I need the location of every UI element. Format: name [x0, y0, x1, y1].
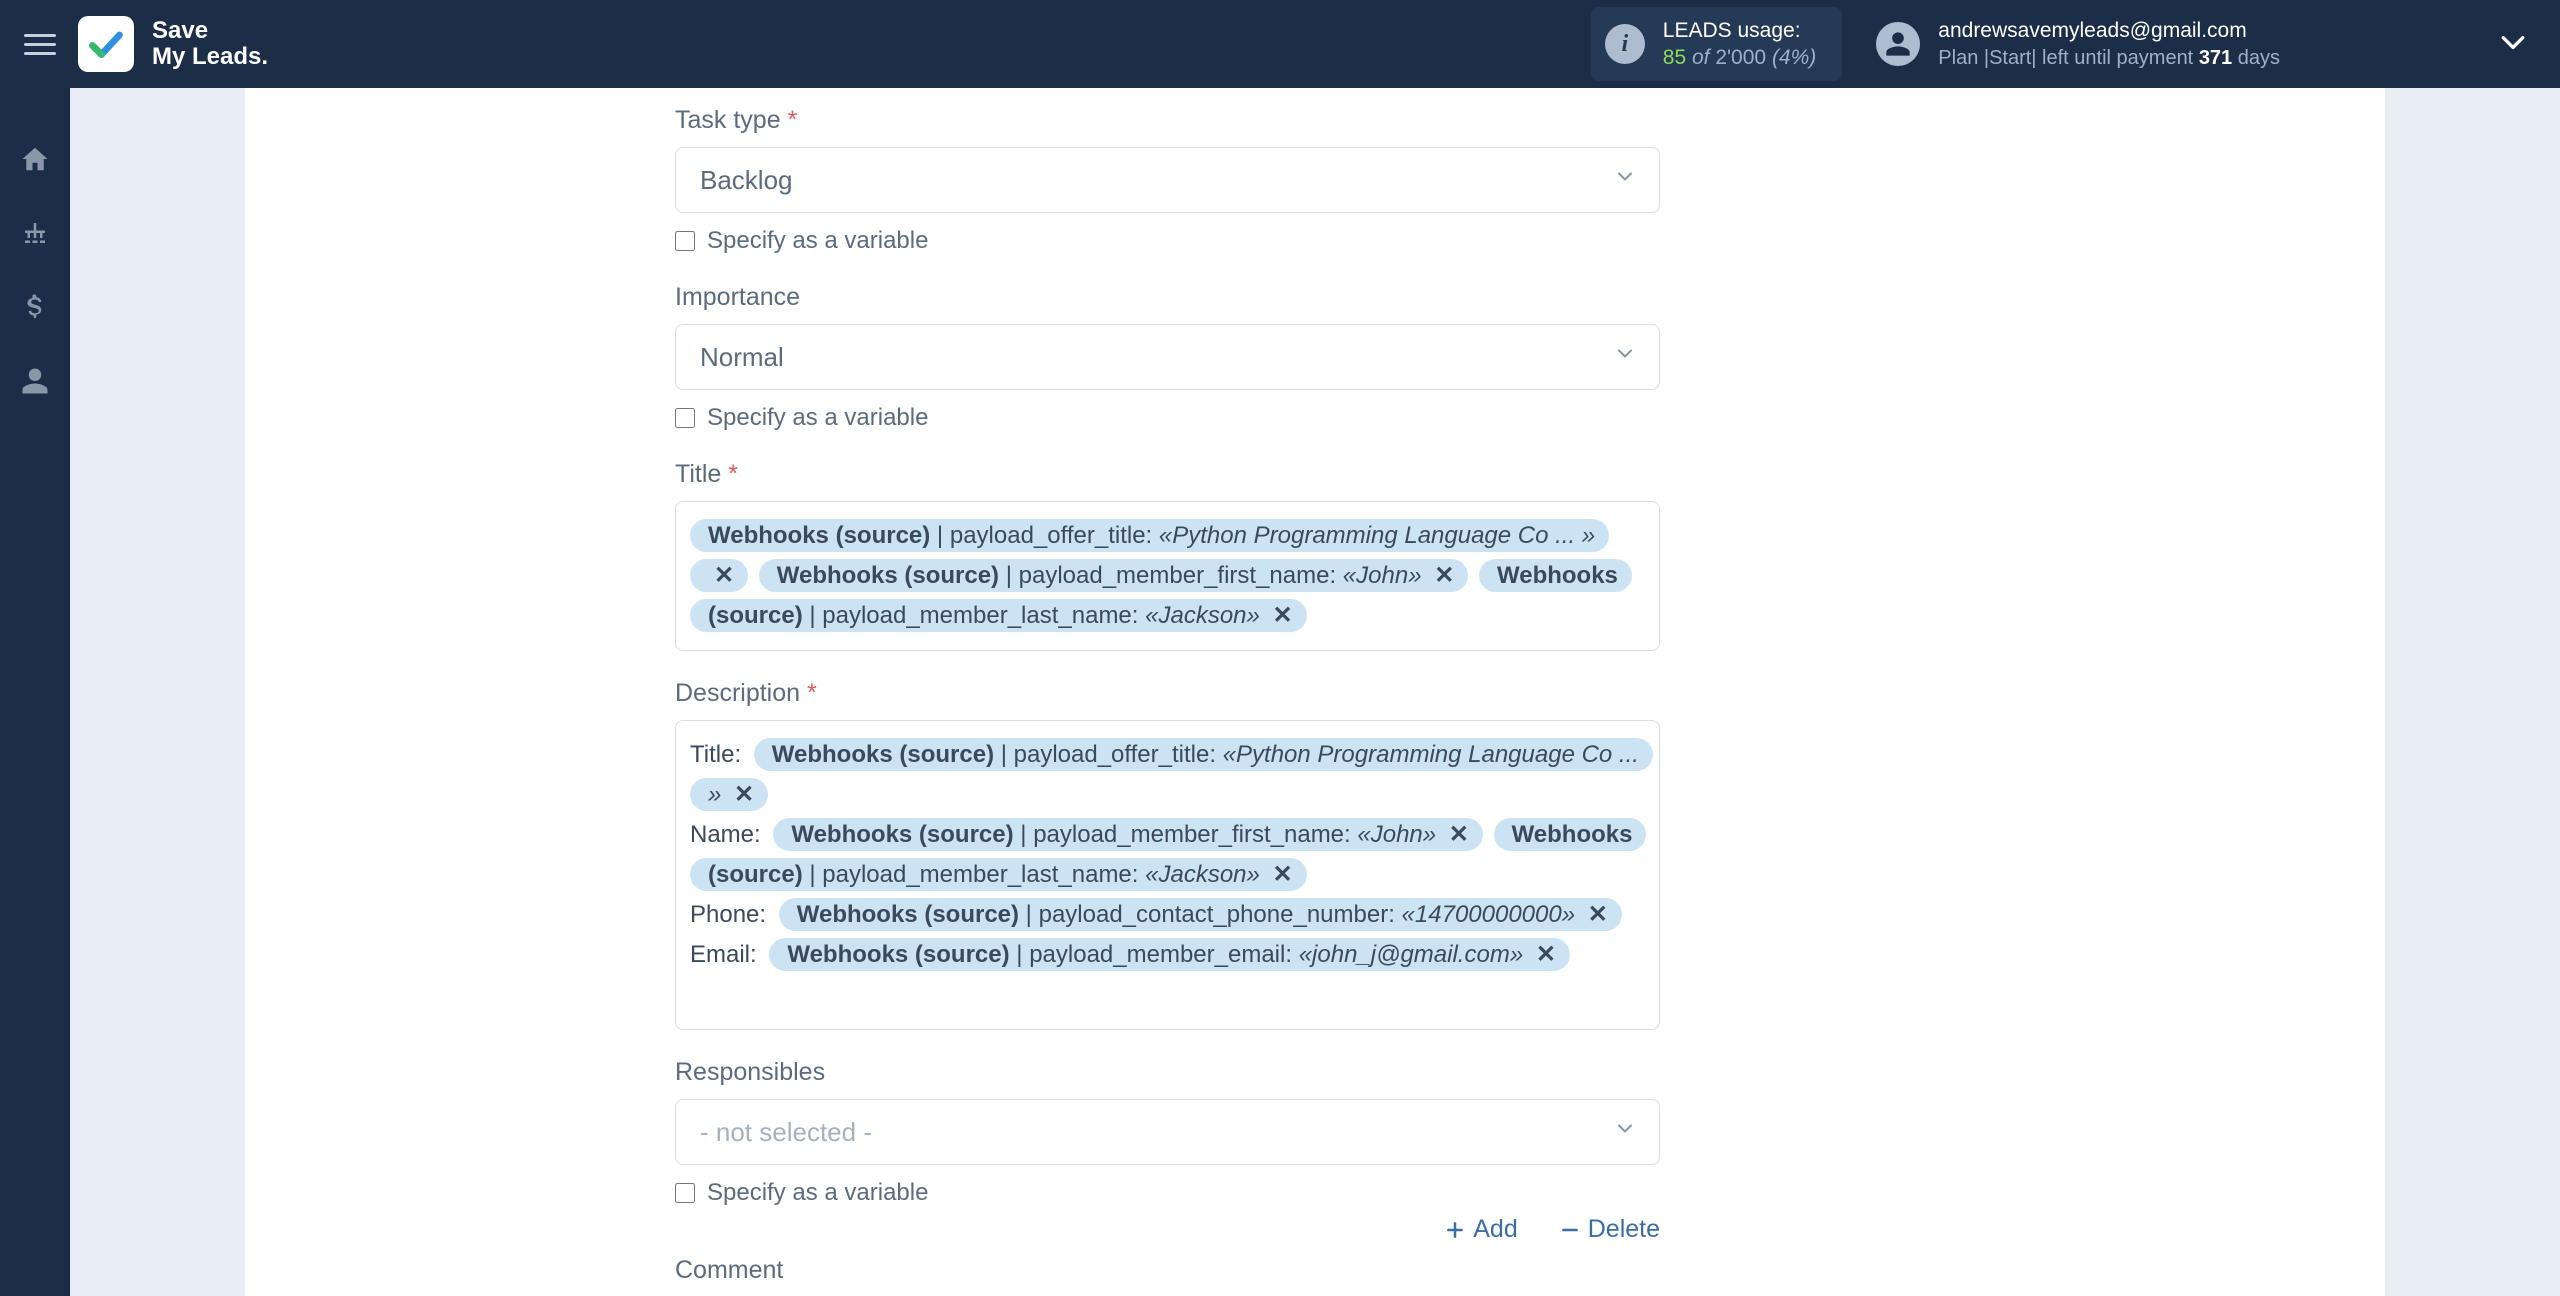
chevron-down-icon — [1613, 342, 1637, 373]
brand-line1: Save — [152, 17, 208, 44]
variable-tag[interactable]: Webhooks (source) | payload_member_first… — [759, 559, 1469, 592]
add-button[interactable]: Add — [1445, 1215, 1517, 1244]
label-description: Description * — [675, 679, 2209, 708]
home-icon[interactable] — [18, 142, 52, 176]
check-icon — [88, 26, 124, 62]
select-responsibles-value: - not selected - — [700, 1117, 872, 1148]
variable-tag[interactable]: Webhooks (source) | payload_member_email… — [769, 938, 1570, 971]
description-line: Email: Webhooks (source) | payload_membe… — [690, 935, 1645, 975]
description-line: Title: Webhooks (source) | payload_offer… — [690, 735, 1645, 815]
variable-tag[interactable]: Webhooks (source) | payload_member_first… — [773, 818, 1483, 851]
group-title: Title * Webhooks (source) | payload_offe… — [675, 460, 2209, 651]
account-days: 371 — [2199, 47, 2232, 69]
group-importance: Importance Normal Specify as a variable — [675, 283, 2209, 432]
chevron-down-icon — [1613, 165, 1637, 196]
description-line: Name: Webhooks (source) | payload_member… — [690, 815, 1645, 895]
group-responsibles: Responsibles - not selected - Specify as… — [675, 1058, 2209, 1244]
select-responsibles[interactable]: - not selected - — [675, 1099, 1660, 1165]
label-comment: Comment — [675, 1256, 2209, 1285]
account-block[interactable]: andrewsavemyleads@gmail.com Plan |Start|… — [1876, 17, 2280, 70]
label-responsibles: Responsibles — [675, 1058, 2209, 1087]
chevron-down-icon — [1613, 1117, 1637, 1148]
minus-icon — [1560, 1220, 1580, 1240]
profile-icon[interactable] — [18, 364, 52, 398]
integrations-icon[interactable] — [18, 216, 52, 250]
remove-tag-icon[interactable]: ✕ — [1434, 562, 1454, 589]
label-task-type: Task type * — [675, 106, 2209, 135]
group-comment: Comment Title: Webhooks (source) | paylo… — [675, 1256, 2209, 1296]
hamburger-button[interactable] — [24, 28, 56, 60]
input-title[interactable]: Webhooks (source) | payload_offer_title:… — [675, 501, 1660, 651]
line-prefix: Phone: — [690, 901, 766, 928]
usage-total: 2'000 — [1715, 46, 1766, 69]
remove-tag-icon[interactable]: ✕ — [1273, 861, 1293, 888]
plus-icon — [1445, 1220, 1465, 1240]
remove-tag-icon[interactable]: ✕ — [734, 781, 754, 808]
checkbox-responsibles-variable[interactable]: Specify as a variable — [675, 1179, 2209, 1207]
label-importance: Importance — [675, 283, 2209, 312]
label-title: Title * — [675, 460, 2209, 489]
usage-text: LEADS usage: 85 of 2'000 (4%) — [1663, 17, 1816, 72]
usage-used: 85 — [1663, 46, 1686, 69]
remove-tag-icon[interactable]: ✕ — [1273, 602, 1293, 629]
variable-tag[interactable]: Webhooks (source) | payload_offer_title:… — [690, 738, 1653, 811]
checkbox-importance-variable[interactable]: Specify as a variable — [675, 404, 2209, 432]
select-task-type-value: Backlog — [700, 165, 793, 196]
form-card: Task type * Backlog Specify as a variabl… — [245, 88, 2385, 1296]
checkbox-input[interactable] — [675, 231, 695, 251]
checkbox-input[interactable] — [675, 1183, 695, 1203]
line-prefix: Email: — [690, 941, 757, 968]
usage-pct: (4%) — [1772, 46, 1816, 69]
usage-box[interactable]: i LEADS usage: 85 of 2'000 (4%) — [1591, 7, 1842, 82]
brand-line2: My Leads. — [152, 44, 268, 70]
responsibles-actions: Add Delete — [675, 1215, 1660, 1244]
account-plan-prefix: Plan |Start| left until payment — [1938, 47, 2199, 69]
account-days-suffix: days — [2232, 47, 2280, 69]
select-task-type[interactable]: Backlog — [675, 147, 1660, 213]
left-rail — [0, 88, 70, 1296]
account-chevron-icon[interactable] — [2500, 29, 2526, 60]
account-email: andrewsavemyleads@gmail.com — [1938, 17, 2280, 44]
remove-tag-icon[interactable]: ✕ — [714, 562, 734, 589]
line-prefix: Name: — [690, 821, 761, 848]
delete-button[interactable]: Delete — [1560, 1215, 1660, 1244]
usage-label: LEADS usage: — [1663, 17, 1816, 44]
variable-tag[interactable]: Webhooks (source) | payload_contact_phon… — [779, 898, 1622, 931]
avatar-icon — [1876, 22, 1920, 66]
logo[interactable] — [78, 16, 134, 72]
line-prefix: Title: — [690, 741, 741, 768]
input-description[interactable]: Title: Webhooks (source) | payload_offer… — [675, 720, 1660, 1030]
select-importance-value: Normal — [700, 342, 784, 373]
description-line: Phone: Webhooks (source) | payload_conta… — [690, 895, 1645, 935]
checkbox-input[interactable] — [675, 408, 695, 428]
checkbox-task-type-variable[interactable]: Specify as a variable — [675, 227, 2209, 255]
remove-tag-icon[interactable]: ✕ — [1449, 821, 1469, 848]
select-importance[interactable]: Normal — [675, 324, 1660, 390]
page: Task type * Backlog Specify as a variabl… — [70, 88, 2560, 1296]
remove-tag-icon[interactable]: ✕ — [1588, 901, 1608, 928]
topbar: Save My Leads. i LEADS usage: 85 of 2'00… — [0, 0, 2560, 88]
group-task-type: Task type * Backlog Specify as a variabl… — [675, 106, 2209, 255]
billing-icon[interactable] — [18, 290, 52, 324]
account-text: andrewsavemyleads@gmail.com Plan |Start|… — [1938, 17, 2280, 70]
brand-text: Save My Leads. — [152, 18, 268, 71]
info-icon: i — [1605, 24, 1645, 64]
group-description: Description * Title: Webhooks (source) |… — [675, 679, 2209, 1030]
remove-tag-icon[interactable]: ✕ — [1536, 941, 1556, 968]
